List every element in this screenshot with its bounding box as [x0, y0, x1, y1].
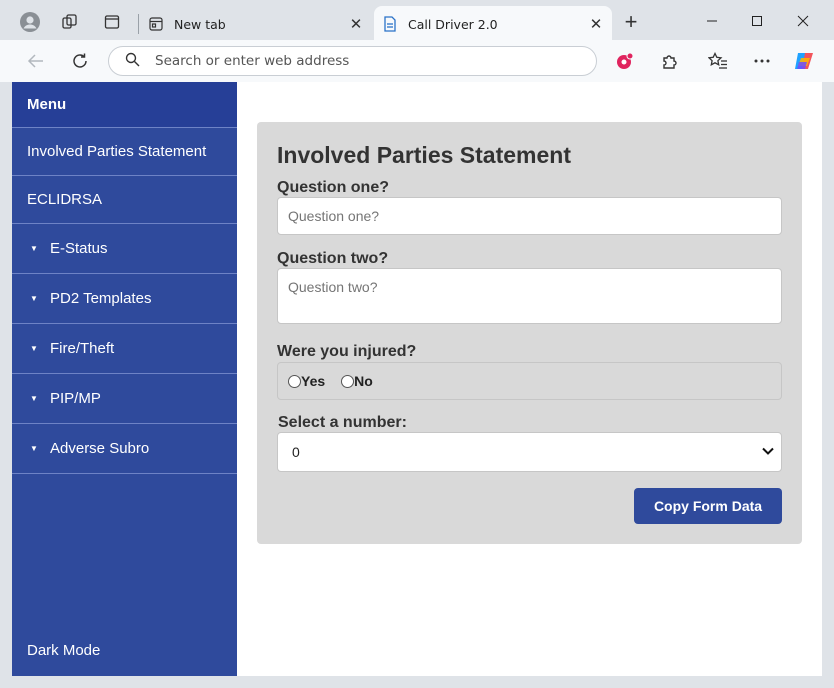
radio-label: No: [354, 373, 373, 389]
radio-button[interactable]: [288, 374, 301, 388]
window-close-icon[interactable]: [781, 6, 825, 36]
number-select-value: 0: [292, 444, 300, 460]
page-title: Involved Parties Statement: [277, 142, 571, 168]
number-select[interactable]: 0: [277, 432, 782, 472]
question-two-label: Question two?: [277, 250, 389, 267]
browser-window: New tab ✕ Call Driver 2.0 ✕ + Search or …: [0, 0, 834, 688]
sidebar-item-label: Adverse Subro: [50, 440, 150, 457]
sidebar-item-e-status[interactable]: ▼ E-Status: [12, 224, 237, 274]
extensions-icon[interactable]: [656, 47, 684, 75]
profile-icon[interactable]: [16, 8, 44, 36]
number-select-label: Select a number:: [278, 414, 407, 431]
sidebar-item-label: Fire/Theft: [50, 340, 115, 357]
tab-title: Call Driver 2.0: [408, 16, 498, 32]
extension-red-icon[interactable]: [611, 47, 639, 75]
page-viewport: Menu Involved Parties Statement ECLIDRSA…: [12, 82, 822, 676]
question-one-label: Question one?: [277, 179, 389, 196]
close-icon[interactable]: ✕: [346, 15, 366, 33]
injured-option-yes[interactable]: Yes: [288, 373, 325, 389]
sidebar-item-eclidrsa[interactable]: ECLIDRSA: [12, 176, 237, 224]
sidebar-item-label: ECLIDRSA: [27, 191, 103, 208]
more-options-icon[interactable]: [748, 47, 776, 75]
radio-button[interactable]: [341, 374, 355, 388]
sidebar-item-pip-mp[interactable]: ▼ PIP/MP: [12, 374, 237, 424]
sidebar-item-label: PD2 Templates: [50, 290, 152, 307]
statement-form: Involved Parties Statement Question one?…: [257, 122, 802, 544]
tab-call-driver[interactable]: Call Driver 2.0 ✕: [374, 6, 612, 42]
radio-label: Yes: [301, 373, 326, 389]
tab-bar: New tab ✕ Call Driver 2.0 ✕ +: [0, 0, 834, 42]
sidebar-item-label: PIP/MP: [50, 390, 101, 407]
maximize-icon[interactable]: [735, 6, 779, 36]
navigation-bar: Search or enter web address: [0, 40, 834, 82]
sidebar-item-fire-theft[interactable]: ▼ Fire/Theft: [12, 324, 237, 374]
sidebar-item-pd2-templates[interactable]: ▼ PD2 Templates: [12, 274, 237, 324]
tab-title: New tab: [174, 16, 226, 32]
document-icon: [382, 16, 398, 32]
injured-label: Were you injured?: [277, 343, 417, 360]
caret-down-icon: ▼: [30, 344, 38, 353]
close-icon[interactable]: ✕: [586, 15, 606, 33]
sidebar-item-adverse-subro[interactable]: ▼ Adverse Subro: [12, 424, 237, 474]
address-placeholder: Search or enter web address: [155, 53, 350, 69]
back-icon[interactable]: [22, 47, 50, 75]
tab-new-tab[interactable]: New tab ✕: [140, 6, 372, 42]
injured-radio-group: Yes No: [277, 362, 782, 400]
sidebar: Menu Involved Parties Statement ECLIDRSA…: [12, 82, 237, 676]
tab-actions-icon[interactable]: [98, 8, 126, 36]
question-two-textarea[interactable]: [277, 268, 782, 324]
sidebar-item-label: E-Status: [50, 240, 108, 257]
caret-down-icon: ▼: [30, 394, 38, 403]
injured-option-no[interactable]: No: [341, 373, 373, 389]
tab-separator: [138, 14, 139, 34]
sidebar-item-label: Involved Parties Statement: [27, 143, 207, 160]
new-tab-button[interactable]: +: [617, 8, 645, 36]
caret-down-icon: ▼: [30, 444, 38, 453]
caret-down-icon: ▼: [30, 294, 38, 303]
workspaces-icon[interactable]: [56, 8, 84, 36]
sidebar-menu-title: Menu: [12, 82, 237, 128]
question-one-input[interactable]: [277, 197, 782, 235]
dark-mode-toggle[interactable]: Dark Mode: [27, 642, 100, 659]
refresh-icon[interactable]: [66, 47, 94, 75]
favorites-icon[interactable]: [704, 47, 732, 75]
caret-down-icon: ▼: [30, 244, 38, 253]
chevron-down-icon: [762, 447, 774, 455]
search-icon: [109, 52, 155, 70]
copilot-icon[interactable]: [790, 47, 818, 75]
sidebar-item-involved-parties-statement[interactable]: Involved Parties Statement: [12, 128, 237, 176]
address-bar[interactable]: Search or enter web address: [108, 46, 597, 76]
copy-form-data-button[interactable]: Copy Form Data: [634, 488, 782, 524]
new-tab-icon: [148, 16, 164, 32]
minimize-icon[interactable]: [690, 6, 734, 36]
